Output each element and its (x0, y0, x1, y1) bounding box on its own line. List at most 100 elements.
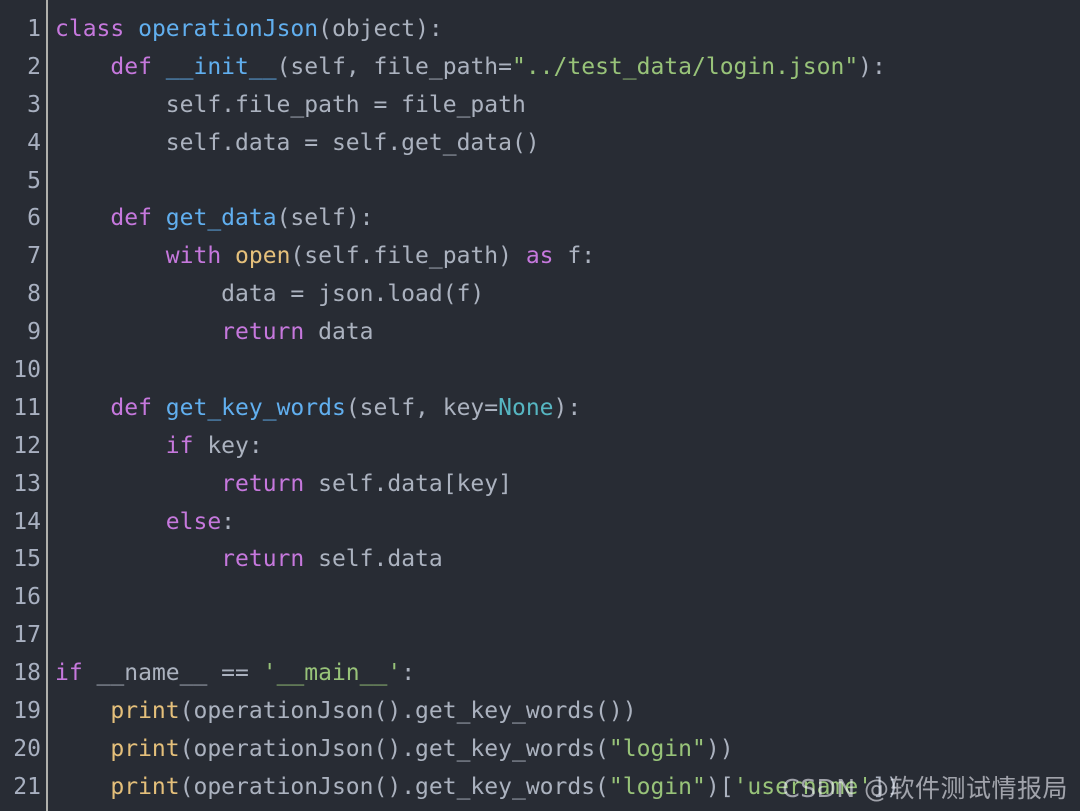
code-token-fn: __init__ (165, 53, 277, 80)
code-line[interactable]: 8 data = json.load(f) (0, 276, 1080, 314)
code-line[interactable]: 7 with open(self.file_path) as f: (0, 238, 1080, 276)
code-line-text[interactable]: data = json.load(f) (55, 276, 484, 314)
code-token-fn: get_key_words (165, 394, 346, 421)
code-line-text[interactable]: class operationJson(object): (55, 11, 443, 49)
code-line[interactable]: 5 (0, 163, 1080, 201)
code-token-pln: (operationJson().get_key_words()) (179, 698, 637, 725)
line-number: 8 (27, 281, 41, 308)
code-token-pln (55, 546, 221, 572)
code-line[interactable]: 10 (0, 352, 1080, 390)
code-line-text[interactable]: with open(self.file_path) as f: (55, 238, 595, 276)
code-editor[interactable]: 1 class operationJson(object): 2 def __ini… (0, 0, 1080, 811)
code-line-text[interactable]: def __init__(self, file_path="../test_da… (55, 49, 885, 87)
code-token-str: "login" (608, 773, 706, 800)
code-token-pln: ): (415, 16, 443, 42)
code-line[interactable]: 15 return self.data (0, 541, 1080, 579)
code-token-pln (124, 16, 138, 42)
code-line-text[interactable]: if __name__ == '__main__': (55, 655, 415, 693)
code-line[interactable]: 9 return data (0, 314, 1080, 352)
code-token-pln (55, 774, 110, 800)
code-token-str: '__main__' (262, 660, 402, 687)
code-line-text[interactable]: return data (55, 314, 374, 352)
line-number: 10 (13, 357, 41, 384)
code-line[interactable]: 1 class operationJson(object): (0, 11, 1080, 49)
code-token-pln: object (331, 16, 416, 42)
code-line[interactable]: 19 print(operationJson().get_key_words()… (0, 693, 1080, 731)
code-token-str: "login" (608, 735, 706, 762)
line-number: 15 (13, 546, 41, 573)
code-token-kw: class (55, 16, 125, 42)
code-line-text[interactable]: self.file_path = file_path (55, 87, 526, 125)
code-line[interactable]: 14 else: (0, 504, 1080, 542)
code-token-pln (55, 736, 110, 762)
code-token-pln: data = json.load(f) (55, 281, 485, 308)
code-line[interactable]: 3 self.file_path = file_path (0, 87, 1080, 125)
code-line[interactable]: 13 return self.data[key] (0, 466, 1080, 504)
code-token-pln (152, 395, 166, 421)
code-line-text[interactable]: def get_key_words(self, key=None): (55, 390, 581, 428)
line-number: 9 (27, 319, 41, 346)
code-token-pln: self.data (304, 546, 443, 573)
code-token-pln (55, 54, 110, 80)
code-line[interactable]: 2 def __init__(self, file_path="../test_… (0, 49, 1080, 87)
code-token-cst: None (498, 394, 554, 421)
code-token-kw: def (110, 205, 152, 232)
line-number: 1 (27, 16, 41, 42)
line-number: 5 (27, 167, 41, 194)
code-token-kw: else (165, 508, 222, 535)
code-token-pln: self.data[key] (304, 470, 512, 497)
code-token-pln (152, 54, 166, 80)
code-line-text[interactable]: def get_data(self): (55, 200, 373, 238)
code-line-text[interactable]: print(operationJson().get_key_words()) (55, 693, 637, 731)
code-token-pln: self.data = self.get_data() (55, 129, 540, 156)
code-content-area[interactable]: 1 class operationJson(object): 2 def __ini… (0, 0, 1080, 811)
code-line-text[interactable]: else: (55, 504, 235, 542)
code-token-pln: (self, key= (345, 394, 499, 421)
code-line[interactable]: 17 (0, 617, 1080, 655)
code-token-pln: ]) (872, 773, 900, 800)
code-line[interactable]: 6 def get_data(self): (0, 200, 1080, 238)
line-number: 20 (13, 735, 41, 762)
code-token-kw: if (55, 660, 83, 687)
line-number: 16 (13, 584, 41, 611)
code-line-text[interactable]: if key: (55, 428, 263, 466)
code-line[interactable]: 21 print(operationJson().get_key_words("… (0, 769, 1080, 807)
line-number: 3 (27, 91, 41, 118)
code-token-pln (55, 433, 166, 459)
code-token-pln (55, 395, 110, 421)
code-token-bi: open (235, 243, 291, 270)
code-token-fn: get_data (165, 205, 277, 232)
code-token-str: "../test_data/login.json" (511, 53, 859, 80)
code-line-text[interactable]: print(operationJson().get_key_words("log… (55, 769, 900, 807)
line-number: 13 (13, 470, 41, 497)
code-line-text[interactable]: print(operationJson().get_key_words("log… (55, 731, 734, 769)
code-line[interactable]: 20 print(operationJson().get_key_words("… (0, 731, 1080, 769)
code-token-pln: )) (705, 735, 734, 762)
code-token-kw: return (221, 319, 305, 346)
code-token-pln: : (221, 508, 236, 535)
code-token-pln (55, 319, 221, 345)
code-line-text[interactable]: return self.data[key] (55, 466, 512, 504)
line-number: 21 (13, 773, 41, 800)
line-number: 17 (13, 622, 41, 649)
code-token-pln: ): (553, 394, 582, 421)
code-token-pln: data (304, 319, 374, 346)
code-line[interactable]: 18 if __name__ == '__main__': (0, 655, 1080, 693)
code-token-pln: self.file_path = file_path (55, 91, 526, 118)
code-token-cls: operationJson (138, 16, 319, 42)
code-line[interactable]: 11 def get_key_words(self, key=None): (0, 390, 1080, 428)
line-number: 7 (27, 243, 41, 270)
code-token-pln (55, 509, 166, 535)
line-number: 18 (13, 660, 41, 687)
code-token-kw: def (110, 53, 152, 80)
code-line-text[interactable]: self.data = self.get_data() (55, 125, 540, 163)
code-line[interactable]: 12 if key: (0, 428, 1080, 466)
code-token-kw: with (165, 243, 222, 270)
code-token-pln (55, 243, 166, 269)
code-token-pln: (self.file_path) (290, 243, 526, 270)
code-line[interactable]: 16 (0, 579, 1080, 617)
code-line[interactable]: 4 self.data = self.get_data() (0, 125, 1080, 163)
code-token-pln: (operationJson().get_key_words( (179, 735, 609, 762)
code-token-pln (55, 698, 110, 724)
code-line-text[interactable]: return self.data (55, 541, 443, 579)
